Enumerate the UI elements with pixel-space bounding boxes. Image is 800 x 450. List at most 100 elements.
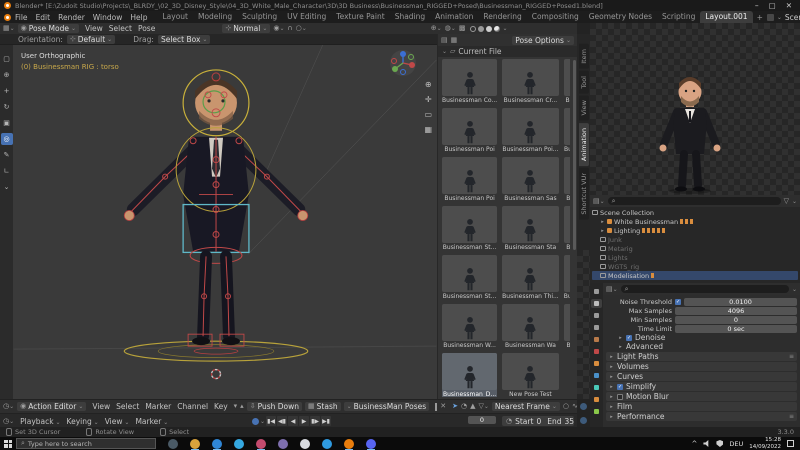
pose-asset-item[interactable]: Businessman Wa: [502, 304, 559, 350]
viewport-tool-button[interactable]: ↻: [1, 101, 13, 113]
outliner-row[interactable]: ▸ WGTS_rig: [592, 262, 798, 271]
viewport-menu-item[interactable]: Select: [106, 24, 135, 33]
material-shading-icon[interactable]: [486, 26, 492, 32]
dopesheet-menu-item[interactable]: Marker: [142, 402, 174, 411]
outliner-item-name[interactable]: WGTS_rig: [608, 263, 639, 271]
notification-center-icon[interactable]: [787, 440, 794, 447]
pose-asset-item[interactable]: Businessman Poi...: [564, 108, 570, 154]
viewport-tool-button[interactable]: ▣: [1, 117, 13, 129]
viewport-nav-icon[interactable]: ▭: [424, 111, 432, 119]
sidebar-tab[interactable]: Shortcut VUr: [579, 168, 589, 220]
add-workspace-button[interactable]: +: [753, 13, 767, 22]
properties-section-header[interactable]: ▸ Volumes ≡: [606, 362, 797, 371]
menu-item[interactable]: Help: [126, 13, 151, 22]
pivot-point-icon[interactable]: ◉⌄: [273, 25, 284, 32]
properties-tab[interactable]: [591, 323, 602, 332]
solid-shading-icon[interactable]: [478, 26, 484, 32]
outliner-item-name[interactable]: Metarig: [608, 245, 633, 253]
volume-icon[interactable]: [703, 440, 710, 447]
taskbar-app-icon[interactable]: [190, 439, 200, 449]
viewport-menu-item[interactable]: Pose: [135, 24, 158, 33]
sidebar-tab[interactable]: View: [579, 95, 589, 120]
pose-asset-item[interactable]: Businessman Wa...: [564, 255, 570, 301]
pose-asset-item[interactable]: Businessman Thi...: [502, 255, 559, 301]
workspace-tab[interactable]: Animation: [430, 11, 478, 23]
properties-section-header[interactable]: ▸ Motion Blur ≡: [606, 392, 797, 401]
pose-asset-item[interactable]: Businessman Poi...: [502, 108, 559, 154]
current-frame-field[interactable]: 0: [468, 416, 496, 424]
taskbar-clock[interactable]: 15:28 14/09/2022: [749, 437, 781, 450]
viewport-tool-button[interactable]: ▢: [1, 53, 13, 65]
dopesheet-menu-item[interactable]: Select: [113, 402, 142, 411]
use-preview-range-icon[interactable]: ◔: [506, 418, 512, 425]
outliner-item-name[interactable]: Lighting: [614, 227, 640, 235]
vertical-list-icon[interactable]: ▤: [441, 37, 448, 44]
playback-button[interactable]: ▶▮: [321, 416, 331, 426]
editor-corner-icon[interactable]: [580, 403, 587, 410]
transform-orientation-selector[interactable]: ⊹Normal⌄: [222, 24, 270, 33]
outliner-item-name[interactable]: Lights: [608, 254, 628, 262]
property-value-slider[interactable]: 4096: [675, 307, 797, 315]
viewport-nav-icon[interactable]: ✛: [425, 96, 432, 104]
timeline-menu-item[interactable]: Marker ⌄: [132, 417, 171, 426]
playback-button[interactable]: ◀▮: [277, 416, 287, 426]
properties-tab[interactable]: [591, 407, 602, 416]
workspace-tab[interactable]: Geometry Nodes: [584, 11, 657, 23]
snap-mode-dropdown[interactable]: Nearest Frame⌄: [492, 402, 560, 411]
outliner-row[interactable]: ▸ Modelisation: [592, 271, 798, 280]
property-value-slider[interactable]: 0 sec: [675, 325, 797, 333]
properties-tab[interactable]: [591, 311, 602, 320]
dopesheet-menu-item[interactable]: View: [89, 402, 113, 411]
viewport-tool-button[interactable]: ⊕: [1, 69, 13, 81]
workspace-tab[interactable]: Shading: [390, 11, 430, 23]
playback-button[interactable]: ▮▶: [310, 416, 320, 426]
properties-tab[interactable]: [591, 335, 602, 344]
shading-dropdown-icon[interactable]: ⌄: [502, 25, 507, 32]
thumbnail-grid-icon[interactable]: ▦: [451, 37, 458, 44]
pose-asset-item[interactable]: Businessman Ju...: [564, 59, 570, 105]
workspace-tab[interactable]: Scripting: [657, 11, 700, 23]
viewport-nav-icon[interactable]: ▦: [424, 126, 432, 134]
keyboard-language[interactable]: DEU: [729, 440, 743, 448]
outliner-item-name[interactable]: Modelisation: [608, 272, 649, 280]
filter-armature-icon[interactable]: ▴: [240, 403, 244, 410]
timeline-menu-item[interactable]: Playback ⌄: [17, 417, 63, 426]
workspace-tab[interactable]: Sculpting: [237, 11, 282, 23]
outliner-row[interactable]: ▸ Scene Collection: [592, 208, 798, 217]
playback-button[interactable]: ◀: [288, 416, 298, 426]
properties-tab[interactable]: [591, 287, 602, 296]
properties-tab[interactable]: [591, 371, 602, 380]
start-button[interactable]: [4, 440, 12, 448]
mode-selector[interactable]: ◉Pose Mode⌄: [18, 24, 79, 33]
sidebar-tab[interactable]: Tool: [579, 71, 589, 94]
outliner-options-icon[interactable]: ⌄: [792, 198, 797, 205]
outliner-row[interactable]: ▸ Lighting: [592, 226, 798, 235]
duplicate-action-icon[interactable]: [435, 403, 437, 411]
viewport-tool-button[interactable]: ⌄: [1, 181, 13, 193]
section-menu-icon[interactable]: ≡: [789, 353, 794, 360]
proportional-edit-icon[interactable]: ○: [563, 403, 569, 410]
taskbar-app-icon[interactable]: [234, 439, 244, 449]
outliner-filter-icon[interactable]: ▽: [784, 198, 789, 205]
section-menu-icon[interactable]: ≡: [789, 413, 794, 420]
property-checkbox[interactable]: [675, 299, 681, 305]
3d-viewport[interactable]: User Orthographic (0) Businessman RIG : …: [13, 45, 437, 399]
outliner-item-name[interactable]: Junk: [608, 236, 622, 244]
taskbar-app-icon[interactable]: [212, 439, 222, 449]
pose-asset-item[interactable]: Businessman W...: [442, 304, 497, 350]
wireframe-shading-icon[interactable]: [470, 26, 476, 32]
pose-asset-item[interactable]: Businessman Sta: [564, 157, 570, 203]
outliner-row[interactable]: ▸ Lights: [592, 253, 798, 262]
properties-section-header[interactable]: ▸ Performance ≡: [606, 412, 797, 421]
properties-tab[interactable]: [591, 299, 602, 308]
menu-item[interactable]: Render: [54, 13, 89, 22]
hidden-filter-icon[interactable]: ◔: [461, 403, 467, 410]
panel-expand-icon[interactable]: ⌄: [442, 48, 447, 55]
workspace-tab[interactable]: Modeling: [193, 11, 237, 23]
action-selector[interactable]: ⌄BusinessMan Poses: [344, 402, 430, 411]
viewport-nav-icon[interactable]: ⊕: [425, 81, 432, 89]
pose-asset-item[interactable]: Businessman Sas: [502, 157, 559, 203]
xray-toggle-icon[interactable]: ▩: [459, 25, 466, 32]
outliner-row[interactable]: ▸ Metarig: [592, 244, 798, 253]
orientation-dropdown[interactable]: ⊹Default⌄: [67, 35, 115, 44]
